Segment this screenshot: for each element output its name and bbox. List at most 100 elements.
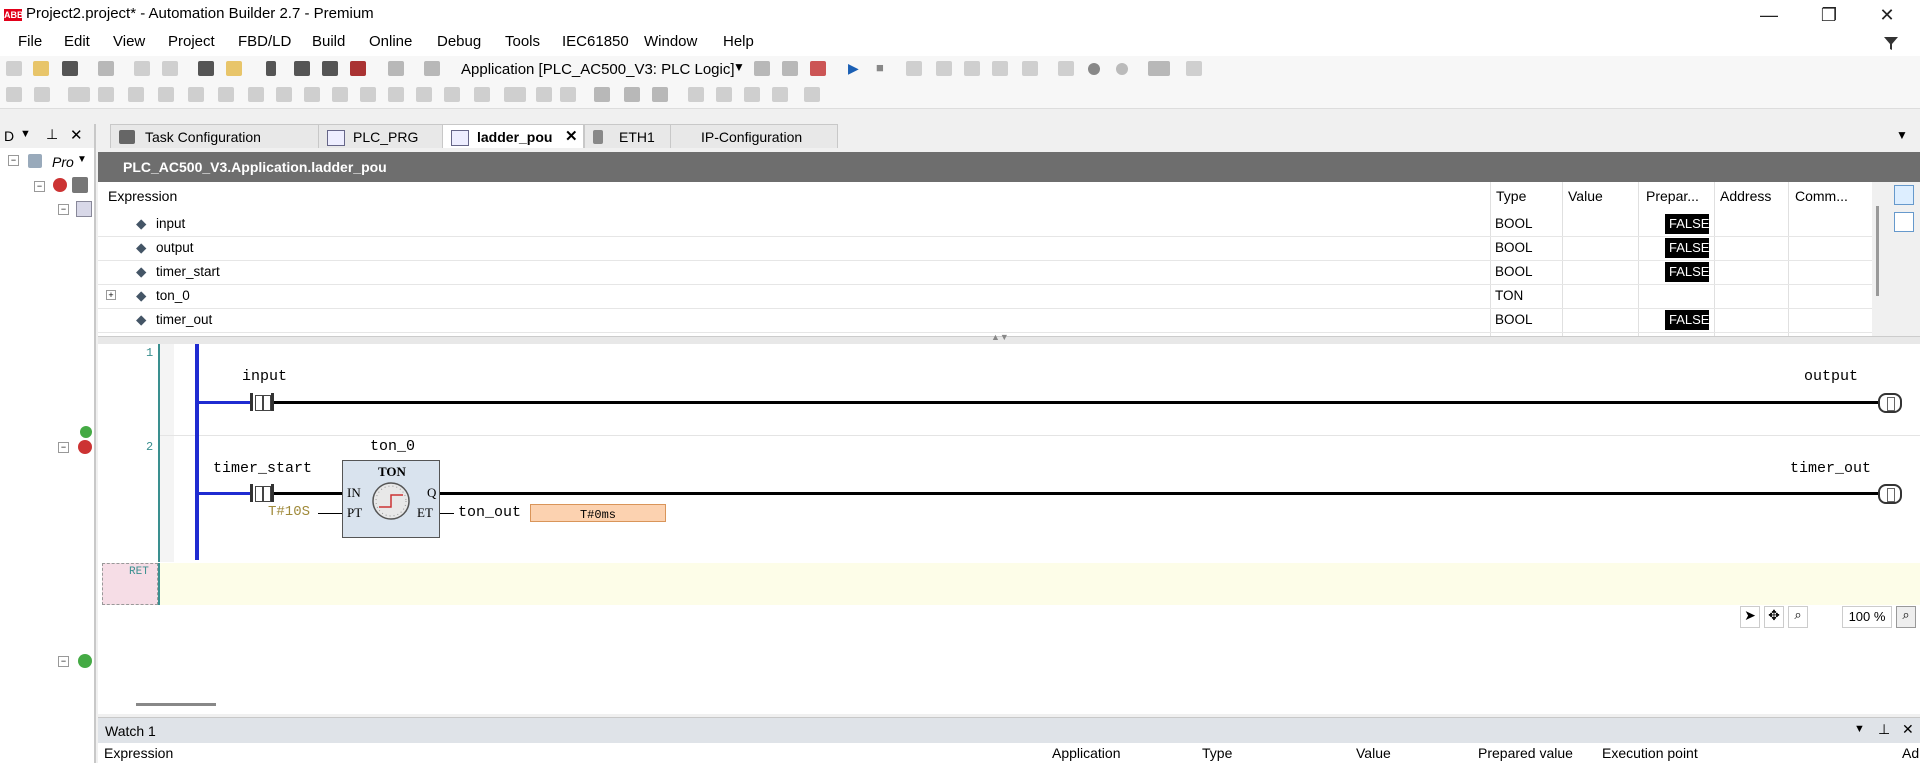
et-variable[interactable]: ton_out bbox=[458, 504, 521, 521]
watch-menu-icon[interactable]: ▼ bbox=[1854, 723, 1865, 735]
menu-project[interactable]: Project bbox=[168, 33, 215, 50]
grid-view-icon[interactable] bbox=[1894, 212, 1914, 232]
close-button[interactable]: ✕ bbox=[1864, 0, 1910, 30]
ld-parallel-contact-icon[interactable] bbox=[128, 87, 144, 102]
tree-dropdown-icon[interactable]: ▼ bbox=[77, 154, 87, 165]
tab-eth1[interactable]: ETH1 bbox=[584, 124, 680, 148]
table-row[interactable]: + ◆ ton_0 TON bbox=[98, 284, 1872, 309]
ld-toggle-icon[interactable] bbox=[560, 87, 576, 102]
menu-iec61850[interactable]: IEC61850 bbox=[562, 33, 629, 50]
ld-properties-icon[interactable] bbox=[804, 87, 820, 102]
menu-edit[interactable]: Edit bbox=[64, 33, 90, 50]
ld-input-icon[interactable] bbox=[304, 87, 320, 102]
ld-output-icon[interactable] bbox=[332, 87, 348, 102]
ld-box-icon[interactable] bbox=[248, 87, 264, 102]
bookmark-clear-icon[interactable] bbox=[350, 61, 366, 76]
variable-value[interactable]: FALSE bbox=[1665, 310, 1709, 330]
restore-button[interactable]: ❐ bbox=[1806, 0, 1852, 30]
timer-out-coil[interactable] bbox=[1878, 484, 1902, 504]
run-to-cursor-icon[interactable] bbox=[1022, 61, 1038, 76]
write-values-icon[interactable] bbox=[1088, 63, 1100, 75]
tab-ladder-pou[interactable]: ladder_pou ✕ bbox=[442, 124, 584, 148]
start-icon[interactable]: ▶ bbox=[848, 60, 859, 77]
ton-function-block[interactable]: TON IN PT Q ET bbox=[342, 460, 440, 538]
ld-box-en-icon[interactable] bbox=[276, 87, 292, 102]
panel-close-icon[interactable]: ✕ bbox=[70, 126, 83, 144]
pt-constant[interactable]: T#10S bbox=[268, 504, 310, 520]
ld-network-below-icon[interactable] bbox=[34, 87, 50, 102]
table-row[interactable]: ◆ timer_start BOOL FALSE bbox=[98, 260, 1872, 285]
next-statement-icon[interactable] bbox=[1058, 61, 1074, 76]
redo-icon[interactable] bbox=[162, 61, 178, 76]
column-prepared[interactable]: Prepar... bbox=[1646, 188, 1699, 204]
replace-icon[interactable] bbox=[226, 61, 242, 76]
step-out-icon[interactable] bbox=[992, 61, 1008, 76]
export-icon[interactable] bbox=[424, 61, 440, 76]
open-icon[interactable] bbox=[33, 61, 49, 76]
tab-task-configuration[interactable]: Task Configuration bbox=[110, 124, 332, 148]
tab-ip-configuration[interactable]: IP-Configuration bbox=[670, 124, 838, 148]
tree-collapse-icon[interactable]: − bbox=[58, 656, 69, 667]
output-coil[interactable] bbox=[1878, 393, 1902, 413]
horizontal-scrollbar[interactable] bbox=[98, 698, 1920, 712]
menu-online[interactable]: Online bbox=[369, 33, 412, 50]
ld-jump-icon[interactable] bbox=[388, 87, 404, 102]
watch-column[interactable]: Value bbox=[1356, 745, 1391, 761]
find-icon[interactable] bbox=[198, 61, 214, 76]
pin-icon[interactable]: ⊥ bbox=[46, 126, 58, 143]
ld-reset-coil-icon[interactable] bbox=[218, 87, 234, 102]
pan-tool-icon[interactable]: ✥ bbox=[1764, 606, 1784, 628]
variable-value[interactable]: FALSE bbox=[1665, 214, 1709, 234]
ld-negate-icon[interactable] bbox=[594, 87, 610, 102]
flow-control-icon[interactable] bbox=[1186, 61, 1202, 76]
ld-parallel-icon[interactable] bbox=[688, 87, 704, 102]
ld-set-reset-icon[interactable] bbox=[652, 87, 668, 102]
tab-plc-prg[interactable]: PLC_PRG bbox=[318, 124, 454, 148]
menu-fbd-ld[interactable]: FBD/LD bbox=[238, 33, 291, 50]
save-icon[interactable] bbox=[62, 61, 78, 76]
menu-file[interactable]: File bbox=[18, 33, 42, 50]
ld-comment-icon[interactable] bbox=[536, 87, 552, 102]
variable-value[interactable]: FALSE bbox=[1665, 238, 1709, 258]
ld-label-icon[interactable] bbox=[416, 87, 432, 102]
tree-project-label[interactable]: Pro bbox=[52, 154, 74, 170]
menu-view[interactable]: View bbox=[113, 33, 145, 50]
ret-network[interactable] bbox=[146, 563, 1920, 605]
column-type[interactable]: Type bbox=[1496, 188, 1526, 204]
column-value[interactable]: Value bbox=[1568, 188, 1603, 204]
column-expression[interactable]: Expression bbox=[108, 188, 177, 204]
bookmark-icon[interactable] bbox=[266, 61, 276, 76]
chevron-down-icon[interactable]: ▼ bbox=[733, 60, 745, 74]
zoom-icon[interactable]: ⌕ bbox=[1896, 606, 1916, 628]
ld-network-icon[interactable] bbox=[6, 87, 22, 102]
pointer-tool-icon[interactable]: ➤ bbox=[1740, 606, 1760, 628]
stop-icon[interactable]: ■ bbox=[876, 60, 884, 75]
tree-collapse-icon[interactable]: − bbox=[34, 181, 45, 192]
tree-collapse-icon[interactable]: − bbox=[58, 204, 69, 215]
watch-column[interactable]: Prepared value bbox=[1478, 745, 1573, 761]
ld-negated-contact-icon[interactable] bbox=[98, 87, 114, 102]
ld-return-icon[interactable] bbox=[474, 87, 490, 102]
new-icon[interactable] bbox=[6, 61, 22, 76]
minimize-button[interactable]: — bbox=[1746, 0, 1792, 30]
ld-edge-icon[interactable] bbox=[624, 87, 640, 102]
ld-branch-start-icon[interactable] bbox=[716, 87, 732, 102]
input-contact[interactable] bbox=[250, 393, 274, 411]
step-over-icon[interactable] bbox=[936, 61, 952, 76]
online-change-icon[interactable] bbox=[1148, 61, 1170, 76]
ld-set-coil-icon[interactable] bbox=[188, 87, 204, 102]
menu-window[interactable]: Window bbox=[644, 33, 697, 50]
step-into-icon[interactable] bbox=[964, 61, 980, 76]
ld-assign-icon[interactable] bbox=[360, 87, 376, 102]
login-icon[interactable] bbox=[754, 61, 770, 76]
undo-icon[interactable] bbox=[134, 61, 150, 76]
table-scrollbar[interactable] bbox=[1872, 182, 1888, 336]
variable-value[interactable]: FALSE bbox=[1665, 262, 1709, 282]
watch-close-icon[interactable]: ✕ bbox=[1902, 721, 1914, 738]
ld-coil-icon[interactable] bbox=[158, 87, 174, 102]
panel-menu-icon[interactable]: ▼ bbox=[20, 128, 31, 140]
magnifier-icon[interactable]: ⌕ bbox=[1788, 606, 1808, 628]
ret-marker[interactable]: RET bbox=[102, 563, 158, 605]
ld-branch-icon[interactable] bbox=[444, 87, 460, 102]
column-address[interactable]: Address bbox=[1720, 188, 1771, 204]
